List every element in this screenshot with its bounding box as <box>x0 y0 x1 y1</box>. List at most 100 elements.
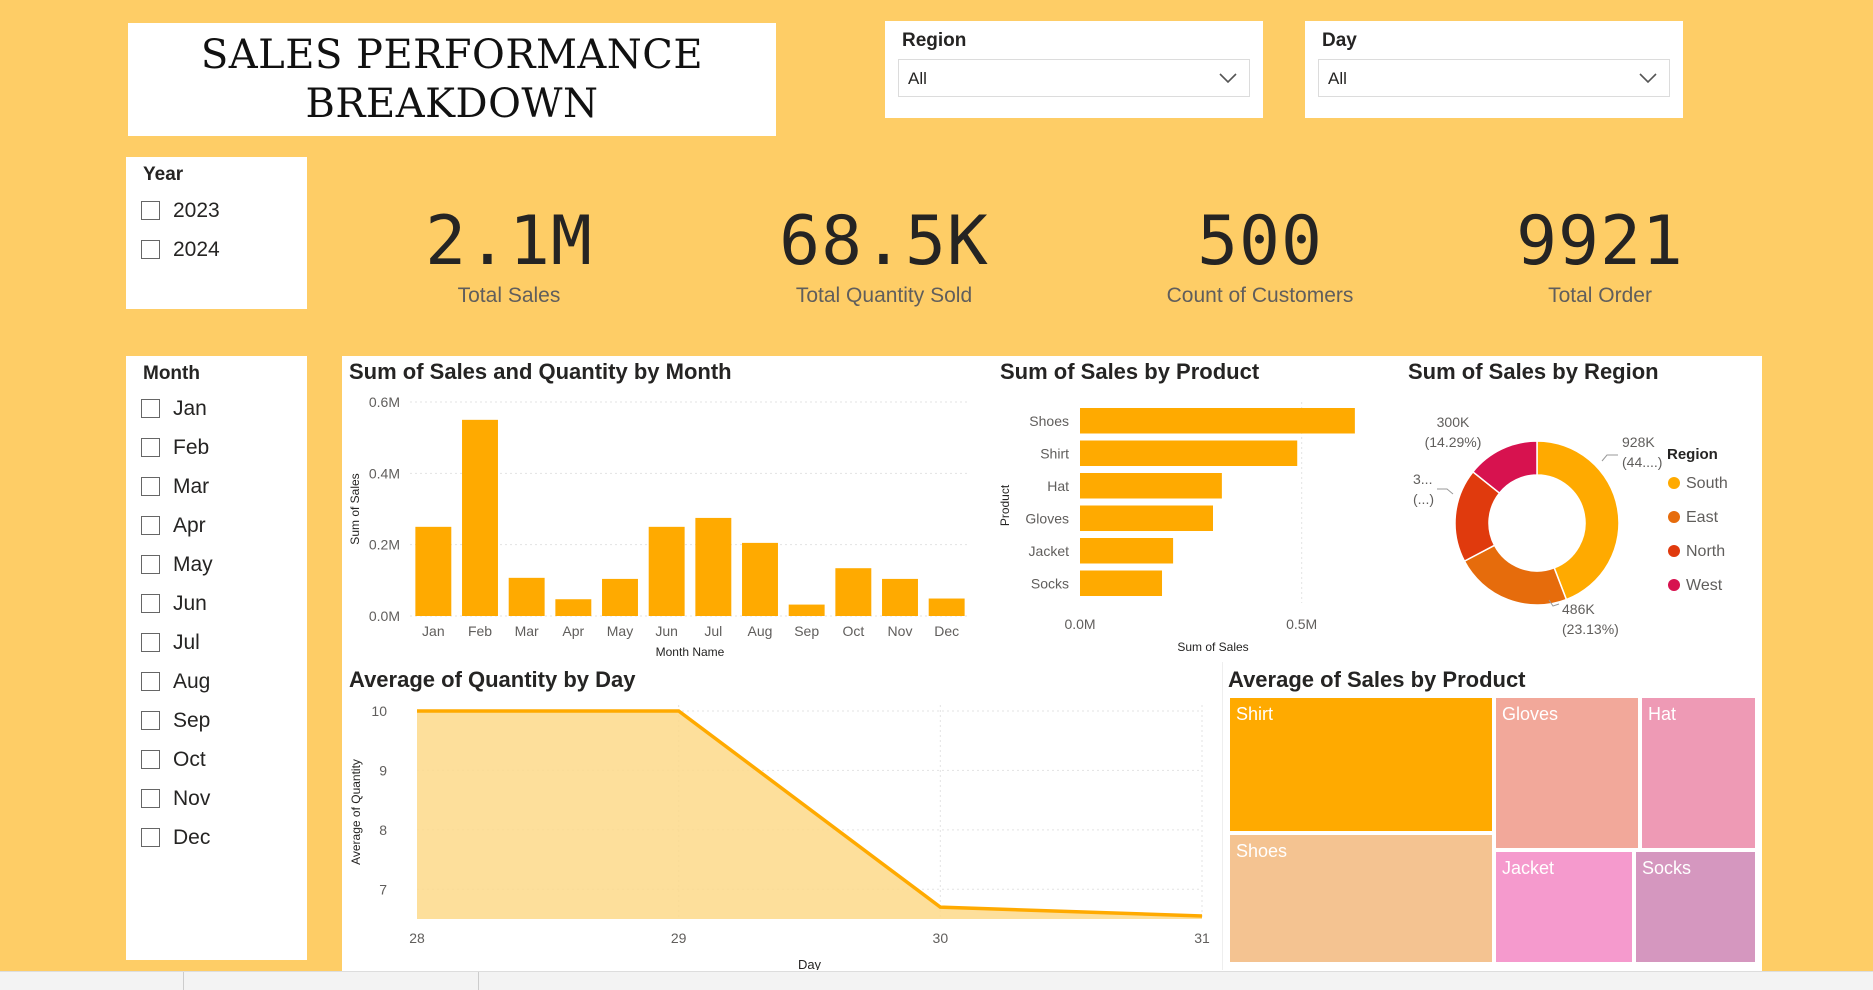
bar-nov <box>882 578 918 616</box>
x-tick-label: Feb <box>468 623 492 639</box>
kpi-total-quantity: 68.5K Total Quantity Sold <box>694 202 1074 308</box>
east-pct-label: (23.13%) <box>1562 621 1619 637</box>
checkbox[interactable] <box>141 240 160 259</box>
month-option-label: Mar <box>173 474 210 498</box>
x-tick-label: May <box>607 623 633 639</box>
day-chart-title: Average of Quantity by Day <box>349 667 636 692</box>
legend-label-west: West <box>1686 577 1723 594</box>
month-option-jul[interactable]: Jul <box>141 623 213 662</box>
year-option-2023[interactable]: 2023 <box>141 191 220 230</box>
y-tick-label: Gloves <box>1025 510 1069 526</box>
month-option-may[interactable]: May <box>141 545 213 584</box>
month-option-feb[interactable]: Feb <box>141 428 213 467</box>
bar-jan <box>415 526 452 616</box>
bar-sep <box>788 604 825 616</box>
month-option-nov[interactable]: Nov <box>141 779 213 818</box>
treemap-tile-shoes[interactable]: Shoes <box>1228 833 1494 964</box>
page-title: SALES PERFORMANCE BREAKDOWN <box>200 31 704 127</box>
y-tick-label: Socks <box>1031 575 1069 591</box>
legend-label-south: South <box>1686 475 1728 492</box>
month-option-apr[interactable]: Apr <box>141 506 213 545</box>
treemap-tile-socks[interactable]: Socks <box>1634 850 1757 964</box>
month-option-label: Jan <box>173 396 207 420</box>
y-tick-label: 0.2M <box>369 537 400 553</box>
month-option-mar[interactable]: Mar <box>141 467 213 506</box>
month-option-label: Jun <box>173 591 207 615</box>
month-option-label: Feb <box>173 435 210 459</box>
page-tab-bar <box>0 971 1873 990</box>
bar-shirt <box>1080 440 1298 466</box>
treemap-tile-gloves[interactable]: Gloves <box>1494 696 1640 850</box>
checkbox[interactable] <box>141 201 160 220</box>
treemap-label: Hat <box>1648 704 1677 724</box>
product-treemap[interactable]: Shirt Shoes Gloves Hat Jacket Socks <box>1228 696 1757 964</box>
x-axis-title: Day <box>798 957 822 970</box>
checkbox[interactable] <box>141 828 160 847</box>
x-tick-label: Jun <box>655 623 678 639</box>
checkbox[interactable] <box>141 555 160 574</box>
month-option-aug[interactable]: Aug <box>141 662 213 701</box>
month-bar-chart[interactable]: 0.0M 0.2M 0.4M 0.6M Jan Feb Mar Apr May Jun Jul Aug… <box>342 388 982 663</box>
region-slicer-label: Region <box>902 30 967 51</box>
day-area-chart[interactable]: 7 8 9 10 28 29 30 31 Day Average of Quantity <box>342 695 1220 970</box>
day-slicer: Day All <box>1305 21 1683 118</box>
kpi-label: Total Sales <box>457 284 561 307</box>
treemap-tile-jacket[interactable]: Jacket <box>1494 850 1634 964</box>
bar-aug <box>742 542 778 616</box>
y-tick-label: 0.0M <box>369 608 400 624</box>
x-tick-label: 31 <box>1194 930 1210 946</box>
bar-jul <box>695 517 732 616</box>
slice-east <box>1463 544 1568 606</box>
month-option-jun[interactable]: Jun <box>141 584 213 623</box>
checkbox[interactable] <box>141 477 160 496</box>
month-option-jan[interactable]: Jan <box>141 389 213 428</box>
month-option-label: Oct <box>173 747 206 771</box>
treemap-label: Shoes <box>1236 841 1288 861</box>
year-option-2024[interactable]: 2024 <box>141 230 220 269</box>
checkbox[interactable] <box>141 399 160 418</box>
treemap-tile-shirt[interactable]: Shirt <box>1228 696 1494 833</box>
x-tick-label: 0.5M <box>1286 616 1317 632</box>
checkbox[interactable] <box>141 594 160 613</box>
region-dropdown[interactable]: All <box>898 59 1250 97</box>
bar-feb <box>462 419 498 616</box>
north-pct-label: (...) <box>1413 491 1434 507</box>
y-tick-label: 0.4M <box>369 465 400 481</box>
month-option-label: Dec <box>173 825 211 849</box>
bar-hat <box>1080 473 1222 499</box>
kpi-value: 9921 <box>1516 202 1684 281</box>
kpi-value: 2.1M <box>425 202 593 281</box>
checkbox[interactable] <box>141 438 160 457</box>
month-option-sep[interactable]: Sep <box>141 701 213 740</box>
treemap-tile-hat[interactable]: Hat <box>1640 696 1757 850</box>
area-fill <box>417 710 1202 919</box>
treemap-label: Gloves <box>1502 704 1559 724</box>
checkbox[interactable] <box>141 672 160 691</box>
region-donut-chart[interactable]: 928K (44....) 486K (23.13%) 3... (...) 300K (14… <box>1395 388 1760 650</box>
product-bar-chart[interactable]: Shoes Shirt Hat Gloves Jacket Socks 0.0M 0.5M Su… <box>995 388 1395 663</box>
y-tick-label: 10 <box>371 703 387 719</box>
month-option-oct[interactable]: Oct <box>141 740 213 779</box>
day-slicer-label: Day <box>1322 30 1357 51</box>
day-dropdown[interactable]: All <box>1318 59 1670 97</box>
checkbox[interactable] <box>141 516 160 535</box>
y-tick-label: Hat <box>1047 478 1069 494</box>
month-option-label: Aug <box>173 669 211 693</box>
checkbox[interactable] <box>141 789 160 808</box>
bar-jun <box>648 526 685 616</box>
month-option-label: Apr <box>173 513 206 537</box>
checkbox[interactable] <box>141 633 160 652</box>
x-tick-label: Dec <box>934 623 959 639</box>
y-tick-label: 8 <box>379 822 387 838</box>
leader-line <box>1437 488 1454 495</box>
legend-marker-south <box>1668 477 1680 489</box>
month-option-dec[interactable]: Dec <box>141 818 213 857</box>
legend-label-east: East <box>1686 509 1719 526</box>
x-tick-label: Jan <box>422 623 445 639</box>
x-tick-label: Apr <box>562 623 584 639</box>
checkbox[interactable] <box>141 750 160 769</box>
y-axis-title: Product <box>998 484 1012 526</box>
year-option-label: 2024 <box>173 237 220 261</box>
checkbox[interactable] <box>141 711 160 730</box>
x-tick-label: Sep <box>794 623 819 639</box>
